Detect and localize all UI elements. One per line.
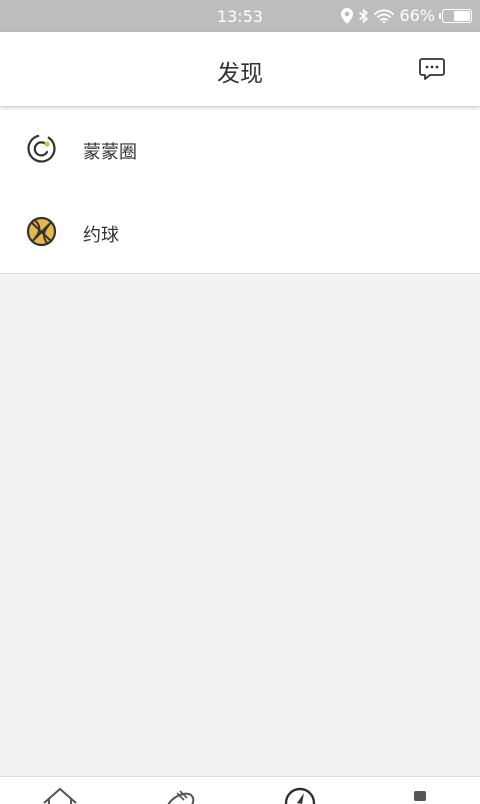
- compass-icon: [284, 787, 316, 804]
- tab-profile[interactable]: [400, 787, 440, 804]
- bluetooth-icon: [358, 8, 369, 24]
- page-title: 发现: [217, 61, 263, 87]
- list-item-label: 蒙蒙圈: [83, 142, 137, 163]
- tab-football[interactable]: [160, 787, 200, 804]
- header: 发现: [0, 32, 480, 106]
- basketball-icon: [26, 216, 57, 247]
- list-item-yueqiu[interactable]: 约球: [0, 190, 480, 273]
- football-icon: [165, 790, 195, 804]
- list-item-label: 约球: [83, 225, 119, 246]
- tab-bar: [0, 776, 480, 804]
- tab-discover[interactable]: [280, 787, 320, 804]
- location-icon: [341, 7, 354, 24]
- circle-icon: [26, 133, 57, 164]
- battery-icon: [439, 8, 472, 23]
- battery-text: 66%: [399, 6, 435, 25]
- profile-icon: [414, 791, 426, 801]
- wifi-icon: [374, 9, 395, 23]
- discover-list: 蒙蒙圈 约球: [0, 107, 480, 274]
- battery-fill: [453, 10, 470, 21]
- chat-bubble-icon: [419, 58, 445, 80]
- home-icon: [43, 787, 77, 804]
- chat-button[interactable]: [418, 56, 446, 82]
- list-item-mengmengquan[interactable]: 蒙蒙圈: [0, 107, 480, 190]
- tab-home[interactable]: [40, 787, 80, 804]
- status-bar: 13:53 66%: [0, 0, 480, 32]
- status-indicators: 66%: [341, 6, 472, 25]
